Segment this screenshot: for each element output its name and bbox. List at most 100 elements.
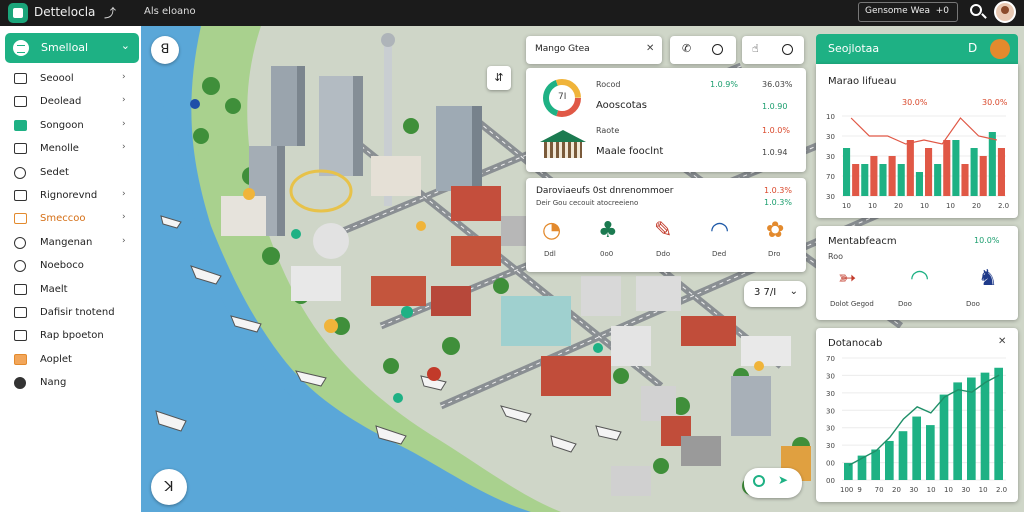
sidebar-item[interactable]: Dafisir tnotend: [0, 302, 141, 325]
top-menu-label[interactable]: Als eloano: [144, 6, 196, 17]
zoom-control[interactable]: 3 7/I ⌄: [744, 281, 806, 307]
sidebar-item[interactable]: Maelt: [0, 279, 141, 302]
cursor-icon[interactable]: ☝: [752, 42, 759, 55]
sidebar-item-icon: [14, 166, 26, 179]
y-tick-label: 10: [826, 113, 835, 121]
bar: [961, 164, 969, 196]
sidebar-item-label: Songoon: [40, 119, 84, 131]
row-label: Rocod: [596, 80, 621, 89]
chevron-down-icon: ⌄: [789, 286, 798, 297]
clock-icon[interactable]: [782, 44, 793, 55]
search-icon[interactable]: [970, 4, 982, 16]
x-tick-label: 20: [892, 486, 901, 494]
sidebar-header-label: Smelloal: [41, 41, 89, 54]
chevron-down-icon: ⌄: [120, 39, 130, 52]
y-tick-label: 30: [826, 133, 835, 141]
gauge-icon: ◠: [710, 218, 730, 243]
map-bottom-left-glyph: ꓘ: [164, 479, 174, 495]
sidebar-item-label: Seoool: [40, 73, 74, 84]
sidebar-list: Seoool › Deolead › Songoon › Menolle › Sedet Rign…: [0, 68, 141, 395]
x-tick-label: 10: [946, 202, 955, 210]
sidebar-item-icon: [14, 143, 27, 155]
locate-icon[interactable]: [753, 475, 765, 487]
navigate-icon[interactable]: ➤: [778, 473, 788, 487]
search-field[interactable]: Gensome Wea +0: [858, 2, 958, 22]
x-tick-label: 30: [909, 486, 918, 494]
avatar[interactable]: [994, 1, 1016, 23]
environment-panel-subtitle: Deir Gou cecouit atocreeieno: [536, 199, 639, 207]
menu-icon: [13, 40, 29, 56]
chevron-right-icon: ›: [122, 235, 126, 246]
sidebar-item-icon: [14, 306, 27, 318]
sidebar-item[interactable]: Noeboco: [0, 255, 141, 278]
chevron-right-icon: ›: [122, 72, 126, 82]
sidebar-item[interactable]: Mangenan ›: [0, 232, 141, 255]
map-bottom-left-button[interactable]: ꓘ: [151, 469, 187, 505]
sidebar-item-icon: [14, 119, 27, 131]
row-label: Aooscotas: [596, 100, 647, 111]
close-icon[interactable]: ✕: [646, 43, 654, 54]
sidebar-item[interactable]: Rap bpoeton: [0, 325, 141, 348]
donut-label: 7I: [558, 92, 567, 102]
sidebar-item[interactable]: Songoon ›: [0, 115, 141, 138]
bar: [994, 367, 1003, 480]
environment-icon-label: Dro: [768, 250, 781, 258]
y-tick-label: 70: [826, 355, 835, 363]
environment-icon-label: 0o0: [600, 250, 614, 258]
sidebar-item-label: Dafisir tnotend: [40, 306, 115, 318]
bar: [844, 462, 853, 480]
sidebar-header-button[interactable]: Smelloal ⌄: [5, 33, 139, 63]
close-icon[interactable]: ✕: [998, 336, 1006, 347]
app-logo-icon: [8, 3, 28, 23]
sidebar-item-icon: [14, 283, 27, 295]
map-top-left-button[interactable]: ꓭ: [151, 36, 179, 64]
sidebar-item[interactable]: Rignorevnd ›: [0, 185, 141, 208]
sidebar-item-label: Maelt: [40, 283, 68, 295]
tools-pill-left[interactable]: ✆: [670, 36, 736, 64]
sidebar-item[interactable]: Aoplet: [0, 349, 141, 372]
x-tick-label: 2.0: [998, 202, 1009, 210]
environment-icon-label: Ddo: [656, 250, 671, 258]
pin-tool-icon[interactable]: ⤴: [104, 4, 116, 21]
row-value-2: 36.03%: [762, 80, 793, 89]
sidebar-item-label: Rignorevnd: [40, 189, 98, 201]
mode-icon-label: Doo: [966, 300, 980, 308]
clock-icon[interactable]: [712, 44, 723, 55]
layers-button[interactable]: ⇵: [487, 66, 511, 90]
sidebar-item[interactable]: Nang: [0, 372, 141, 395]
search-count: +0: [935, 6, 949, 16]
bar: [852, 164, 860, 196]
sidebar-item[interactable]: Smeccoo ›: [0, 208, 141, 231]
mode-icon-label: Doo: [898, 300, 912, 308]
env-value-1: 1.0.3%: [764, 186, 792, 195]
user-icon[interactable]: [990, 39, 1010, 59]
sidebar-item[interactable]: Sedet: [0, 162, 141, 185]
sidebar-item[interactable]: Deolead ›: [0, 91, 141, 114]
sidebar-item-icon: [14, 213, 27, 225]
x-tick-label: 10: [842, 202, 851, 210]
x-tick-label: 70: [875, 486, 884, 494]
row-label: Maale fooclnt: [596, 146, 664, 157]
chevron-right-icon: ›: [122, 142, 126, 153]
row-value-2: 1.0.94: [762, 148, 788, 157]
bar: [970, 148, 978, 196]
sidebar-item[interactable]: Menolle ›: [0, 138, 141, 161]
search-panel[interactable]: Mango Gtea ✕: [526, 36, 662, 64]
bar: [906, 140, 914, 196]
phone-icon[interactable]: ✆: [682, 42, 691, 55]
row-value-1: 1.0.9%: [710, 80, 738, 89]
sidebar-item[interactable]: Seoool ›: [0, 68, 141, 91]
bar: [953, 382, 962, 480]
sidebar-item-label: Aoplet: [40, 353, 72, 365]
sidebar-item-label: Noeboco: [40, 260, 84, 272]
map-controls-pill[interactable]: ➤: [744, 468, 802, 498]
tools-pill-right[interactable]: ☝: [742, 36, 804, 64]
search-input-text[interactable]: Gensome Wea: [865, 6, 930, 16]
tree-icon: ♣: [598, 218, 618, 243]
sidebar-item-label: Sedet: [40, 166, 69, 178]
bar: [939, 394, 949, 480]
bar: [879, 164, 887, 196]
chart1-legend-left: 30.0%: [902, 98, 928, 107]
x-tick-label: 10: [868, 202, 877, 210]
right-panel-button[interactable]: D: [968, 41, 977, 55]
